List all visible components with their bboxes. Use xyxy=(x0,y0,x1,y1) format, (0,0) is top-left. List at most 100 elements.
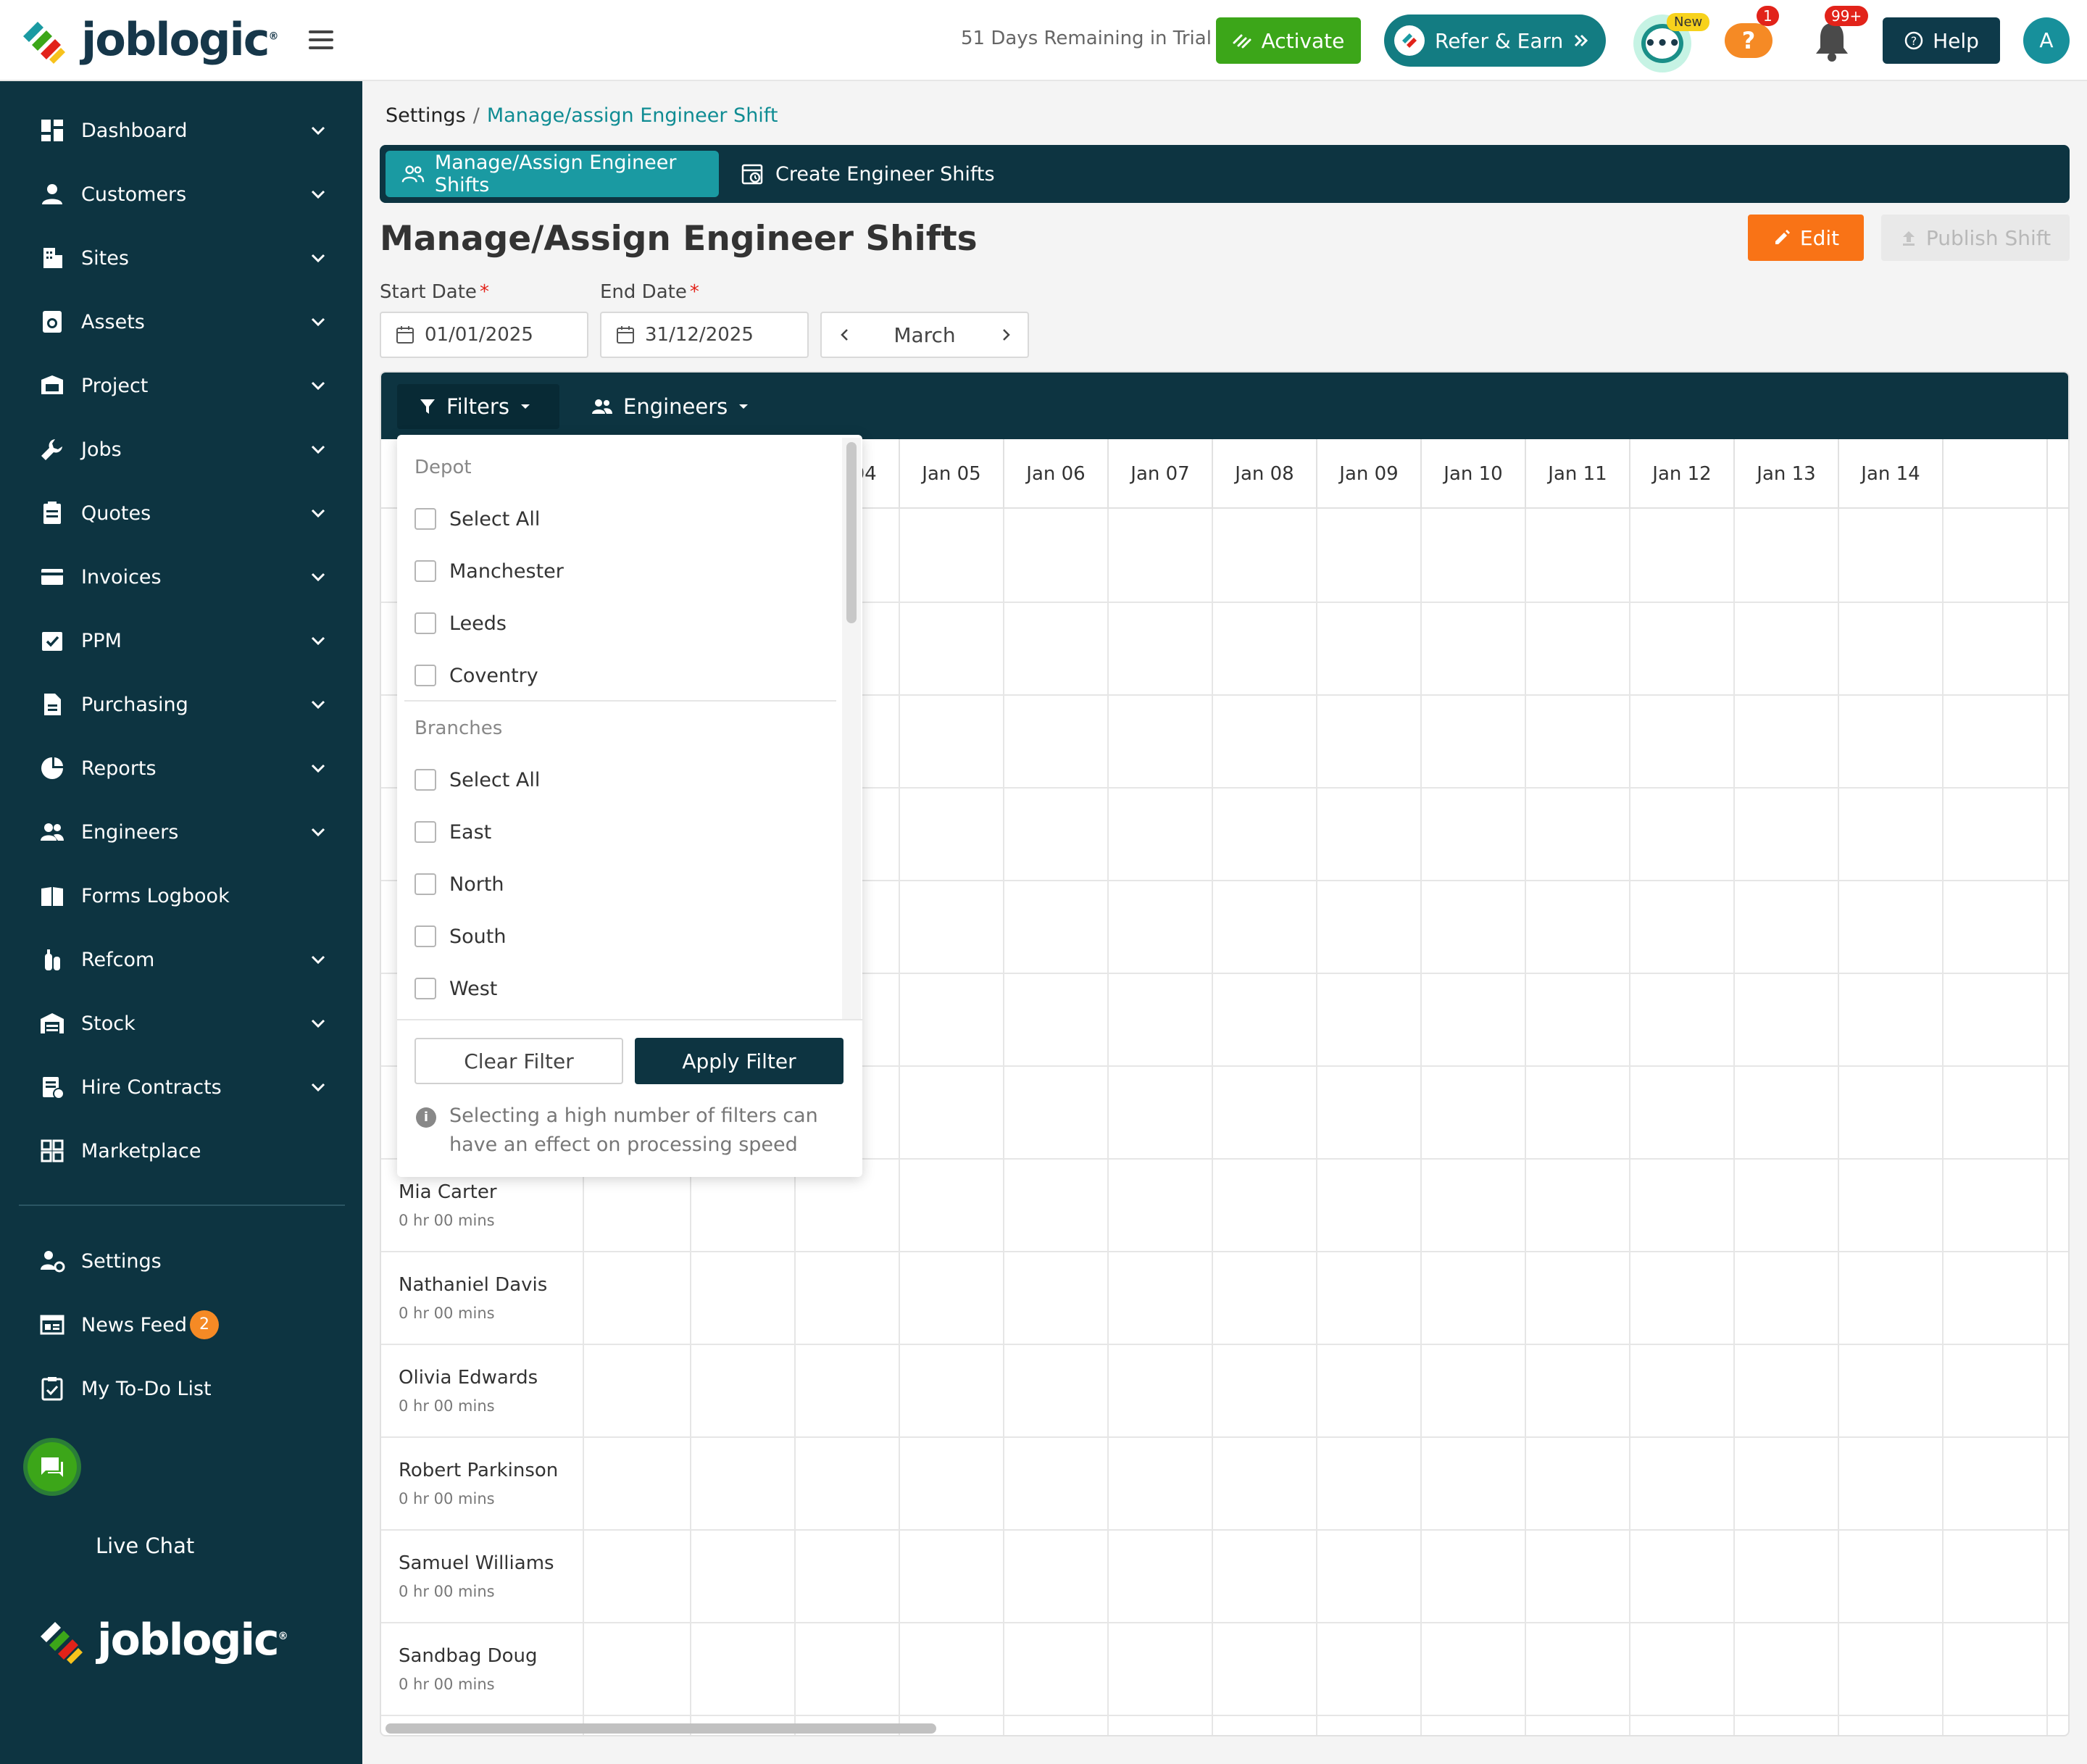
engineer-hours: 0 hr 00 mins xyxy=(399,1583,495,1600)
clipboard-icon xyxy=(43,502,61,524)
start-date-value: 01/01/2025 xyxy=(425,324,533,346)
engineer-name[interactable]: Samuel Williams xyxy=(399,1552,554,1574)
schedule-toolbar: Filters Engineers xyxy=(381,373,2068,439)
help-question-icon[interactable]: ? xyxy=(1725,23,1773,58)
sidebar-item-purchasing[interactable]: Purchasing xyxy=(0,675,362,733)
live-chat-label[interactable]: Live Chat xyxy=(96,1534,194,1558)
notification-count-badge: 99+ xyxy=(1825,6,1869,26)
tab-create-shifts[interactable]: Create Engineer Shifts xyxy=(741,151,995,197)
sidebar-item-ppm[interactable]: PPM xyxy=(0,612,362,670)
building-icon xyxy=(43,248,62,268)
date-header-cell: Jan 09 xyxy=(1316,439,1420,509)
joblogic-logo[interactable]: joblogic® xyxy=(16,13,278,66)
horizontal-scrollbar[interactable] xyxy=(386,1723,936,1734)
engineers-button[interactable]: Engineers xyxy=(591,384,749,429)
contract-icon xyxy=(43,1077,64,1099)
grid-line xyxy=(381,1436,2068,1438)
tab-bar: Manage/Assign Engineer Shifts Create Eng… xyxy=(380,145,2070,203)
option-label: North xyxy=(449,873,504,896)
sidebar-item-quotes[interactable]: Quotes xyxy=(0,484,362,542)
filters-button[interactable]: Filters xyxy=(397,384,559,429)
sidebar-item-jobs[interactable]: Jobs xyxy=(0,420,362,478)
sidebar-item-engineers[interactable]: Engineers xyxy=(0,803,362,861)
branch-option[interactable]: South xyxy=(415,922,506,951)
grid-line xyxy=(1212,509,1213,1735)
logo-wordmark: joblogic® xyxy=(81,13,278,66)
breadcrumb-separator: / xyxy=(472,104,480,127)
user-avatar[interactable]: A xyxy=(2023,17,2070,64)
help-button[interactable]: ? Help xyxy=(1883,17,2000,64)
branch-option[interactable]: Select All xyxy=(415,765,540,794)
sidebar-item-marketplace[interactable]: Marketplace xyxy=(0,1122,362,1180)
edit-button[interactable]: Edit xyxy=(1748,215,1864,261)
sidebar-item-settings[interactable]: Settings xyxy=(0,1232,362,1290)
dropdown-scrollbar[interactable] xyxy=(842,438,861,1019)
sidebar-item-todo[interactable]: My To-Do List xyxy=(0,1360,362,1418)
checkbox[interactable] xyxy=(415,560,436,582)
start-date-input[interactable]: 01/01/2025 xyxy=(380,312,588,358)
option-label: Leeds xyxy=(449,612,507,635)
sidebar-item-dashboard[interactable]: Dashboard xyxy=(0,101,362,159)
checkbox[interactable] xyxy=(415,612,436,634)
double-chevron-right-icon xyxy=(1575,34,1588,47)
engineer-name[interactable]: Sandbag Doug xyxy=(399,1645,538,1667)
sidebar-item-reports[interactable]: Reports xyxy=(0,739,362,797)
sidebar-item-label: Refcom xyxy=(81,948,155,971)
checkbox[interactable] xyxy=(415,821,436,843)
sidebar-item-customers[interactable]: Customers xyxy=(0,165,362,223)
publish-shift-button[interactable]: Publish Shift xyxy=(1881,215,2070,261)
depot-option[interactable]: Leeds xyxy=(415,609,507,638)
date-header-cell: Jan 13 xyxy=(1733,439,1838,509)
end-date-input[interactable]: 31/12/2025 xyxy=(600,312,809,358)
calendar-check-icon xyxy=(42,632,62,651)
date-header-cell: Jan 12 xyxy=(1629,439,1733,509)
engineer-hours: 0 hr 00 mins xyxy=(399,1490,495,1507)
branch-option[interactable]: East xyxy=(415,817,491,846)
depot-option[interactable]: Coventry xyxy=(415,661,538,690)
sidebar-item-stock[interactable]: Stock xyxy=(0,994,362,1052)
checkbox[interactable] xyxy=(415,665,436,686)
chevron-right-icon[interactable] xyxy=(997,326,1015,344)
sidebar-item-project[interactable]: Project xyxy=(0,357,362,415)
checkbox[interactable] xyxy=(415,873,436,895)
sidebar-item-invoices[interactable]: Invoices xyxy=(0,548,362,606)
engineer-name[interactable]: Olivia Edwards xyxy=(399,1367,538,1389)
end-date-label: End Date * xyxy=(600,281,699,303)
sidebar-item-hire-contracts[interactable]: Hire Contracts xyxy=(0,1058,362,1116)
tab-manage-assign-shifts[interactable]: Manage/Assign Engineer Shifts xyxy=(386,151,719,197)
menu-toggle-icon[interactable] xyxy=(309,30,333,49)
activate-button[interactable]: Activate xyxy=(1216,17,1361,64)
engineer-name[interactable]: Mia Carter xyxy=(399,1181,497,1203)
chevron-down-icon xyxy=(311,1083,325,1092)
funnel-icon xyxy=(420,399,435,414)
project-icon xyxy=(41,375,63,394)
live-chat-button[interactable] xyxy=(28,1442,77,1492)
engineers-label: Engineers xyxy=(623,394,728,419)
checkbox[interactable] xyxy=(415,978,436,999)
breadcrumb-current[interactable]: Manage/assign Engineer Shift xyxy=(487,104,778,127)
refer-and-earn-button[interactable]: Refer & Earn xyxy=(1384,14,1606,67)
checkbox[interactable] xyxy=(415,769,436,791)
sidebar-item-sites[interactable]: Sites xyxy=(0,229,362,287)
sidebar-item-label: Invoices xyxy=(81,565,162,588)
clear-filter-button[interactable]: Clear Filter xyxy=(415,1038,623,1084)
option-label: Select All xyxy=(449,768,541,791)
engineer-name[interactable]: Nathaniel Davis xyxy=(399,1274,547,1296)
sidebar-item-refcom[interactable]: Refcom xyxy=(0,931,362,989)
sidebar-item-assets[interactable]: Assets xyxy=(0,293,362,351)
branch-option[interactable]: North xyxy=(415,870,504,899)
dropdown-scroll-thumb[interactable] xyxy=(846,442,857,623)
depot-option[interactable]: Manchester xyxy=(415,557,564,586)
trial-remaining-text: 51 Days Remaining in Trial xyxy=(961,28,1212,49)
branch-option[interactable]: West xyxy=(415,974,497,1003)
sidebar-item-news-feed[interactable]: News Feed 2 xyxy=(0,1296,362,1354)
depot-option[interactable]: Select All xyxy=(415,504,540,533)
checkbox[interactable] xyxy=(415,925,436,947)
sidebar-item-forms-logbook[interactable]: Forms Logbook xyxy=(0,867,362,925)
apply-filter-button[interactable]: Apply Filter xyxy=(635,1038,843,1084)
chevron-down-icon xyxy=(311,764,325,773)
checkbox[interactable] xyxy=(415,508,436,530)
engineer-name[interactable]: Robert Parkinson xyxy=(399,1460,558,1481)
breadcrumb-root[interactable]: Settings xyxy=(386,104,466,127)
grid-apps-icon xyxy=(41,1139,64,1162)
